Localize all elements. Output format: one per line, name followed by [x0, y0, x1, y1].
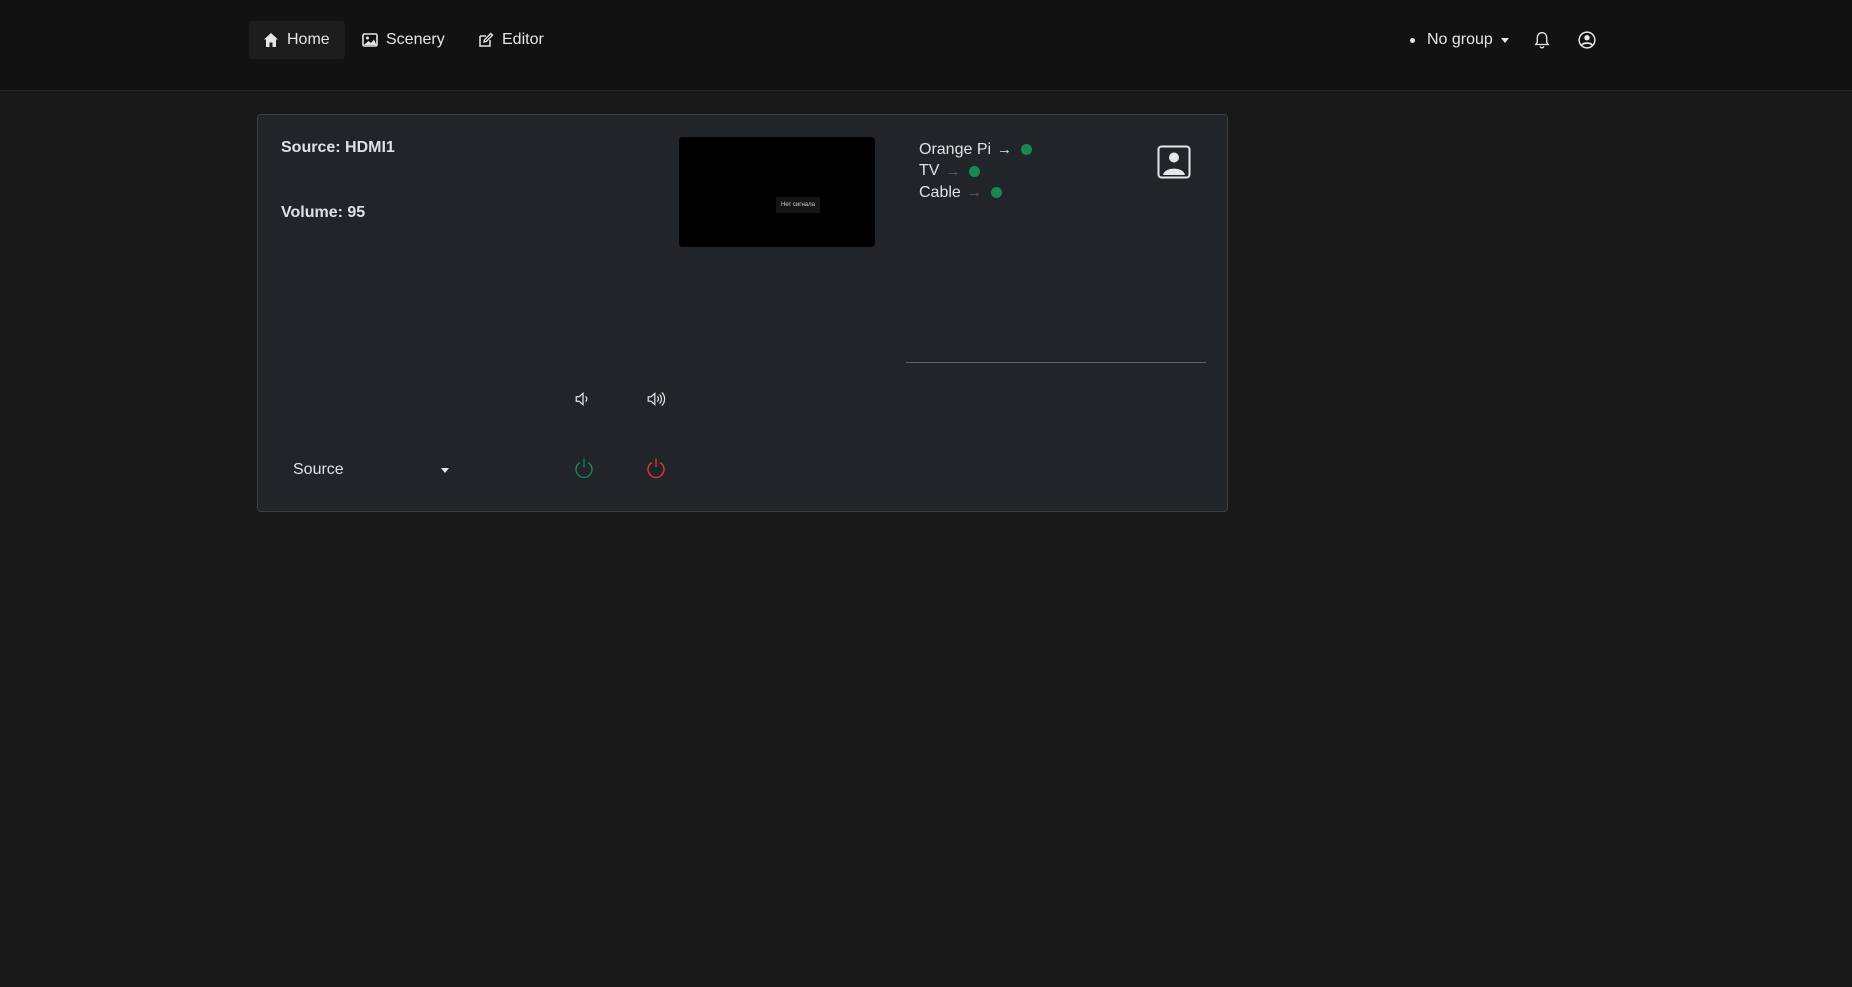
nav-home-label: Home [287, 31, 330, 48]
nav-scenery-label: Scenery [386, 31, 445, 48]
nav-editor-label: Editor [502, 31, 544, 48]
image-icon [362, 33, 378, 47]
caret-down-icon [441, 467, 449, 473]
device-chain: Orange Pi → TV → Cable → [919, 139, 1033, 204]
pencil-square-icon [479, 32, 494, 47]
group-dropdown[interactable]: No group [1410, 21, 1509, 59]
device-row: Orange Pi → [919, 139, 1033, 161]
nav-home[interactable]: Home [249, 21, 345, 59]
device-name: Orange Pi [919, 140, 992, 158]
status-dot [990, 187, 1002, 199]
device-name: TV [919, 162, 940, 180]
account-button[interactable] [1578, 31, 1596, 54]
device-avatar[interactable] [1157, 145, 1191, 184]
power-on-button[interactable] [574, 457, 594, 484]
device-name: Cable [919, 183, 961, 201]
power-icon [647, 458, 665, 479]
power-off-button[interactable] [646, 457, 666, 484]
bell-icon [1534, 32, 1550, 49]
source-select-label: Source [293, 461, 344, 478]
volume-down-button[interactable] [574, 390, 592, 413]
bullet-icon [1410, 37, 1415, 43]
device-row: Cable → [919, 182, 1032, 204]
group-dropdown-label: No group [1427, 31, 1493, 48]
arrow-right-icon: → [945, 162, 961, 180]
arrow-right-icon: → [966, 184, 982, 202]
status-dot [1021, 144, 1033, 156]
caret-down-icon [1500, 37, 1509, 43]
no-signal-label: Нет сигнала [776, 197, 820, 213]
navbar: Home Scenery Editor No group [0, 0, 1852, 91]
status-dot [969, 165, 981, 177]
source-select[interactable]: Source [281, 451, 461, 489]
divider [906, 362, 1206, 363]
video-preview: Нет сигнала [679, 137, 875, 247]
notifications-button[interactable] [1533, 31, 1551, 54]
device-row: TV → [919, 161, 1032, 183]
house-icon [264, 33, 278, 47]
person-square-icon [1157, 145, 1191, 179]
source-status: Source: HDMI1 [281, 139, 395, 156]
arrow-right-icon: → [997, 141, 1013, 159]
volume-down-icon [575, 392, 588, 406]
nav-scenery[interactable]: Scenery [362, 21, 445, 59]
volume-up-button[interactable] [646, 390, 668, 413]
power-icon [575, 458, 593, 479]
nav-editor[interactable]: Editor [478, 21, 544, 59]
volume-status: Volume: 95 [281, 204, 366, 221]
person-circle-icon [1578, 31, 1596, 49]
volume-up-icon [647, 391, 666, 407]
device-panel: Source: HDMI1 Volume: 95 Нет сигнала Ora… [257, 114, 1228, 512]
